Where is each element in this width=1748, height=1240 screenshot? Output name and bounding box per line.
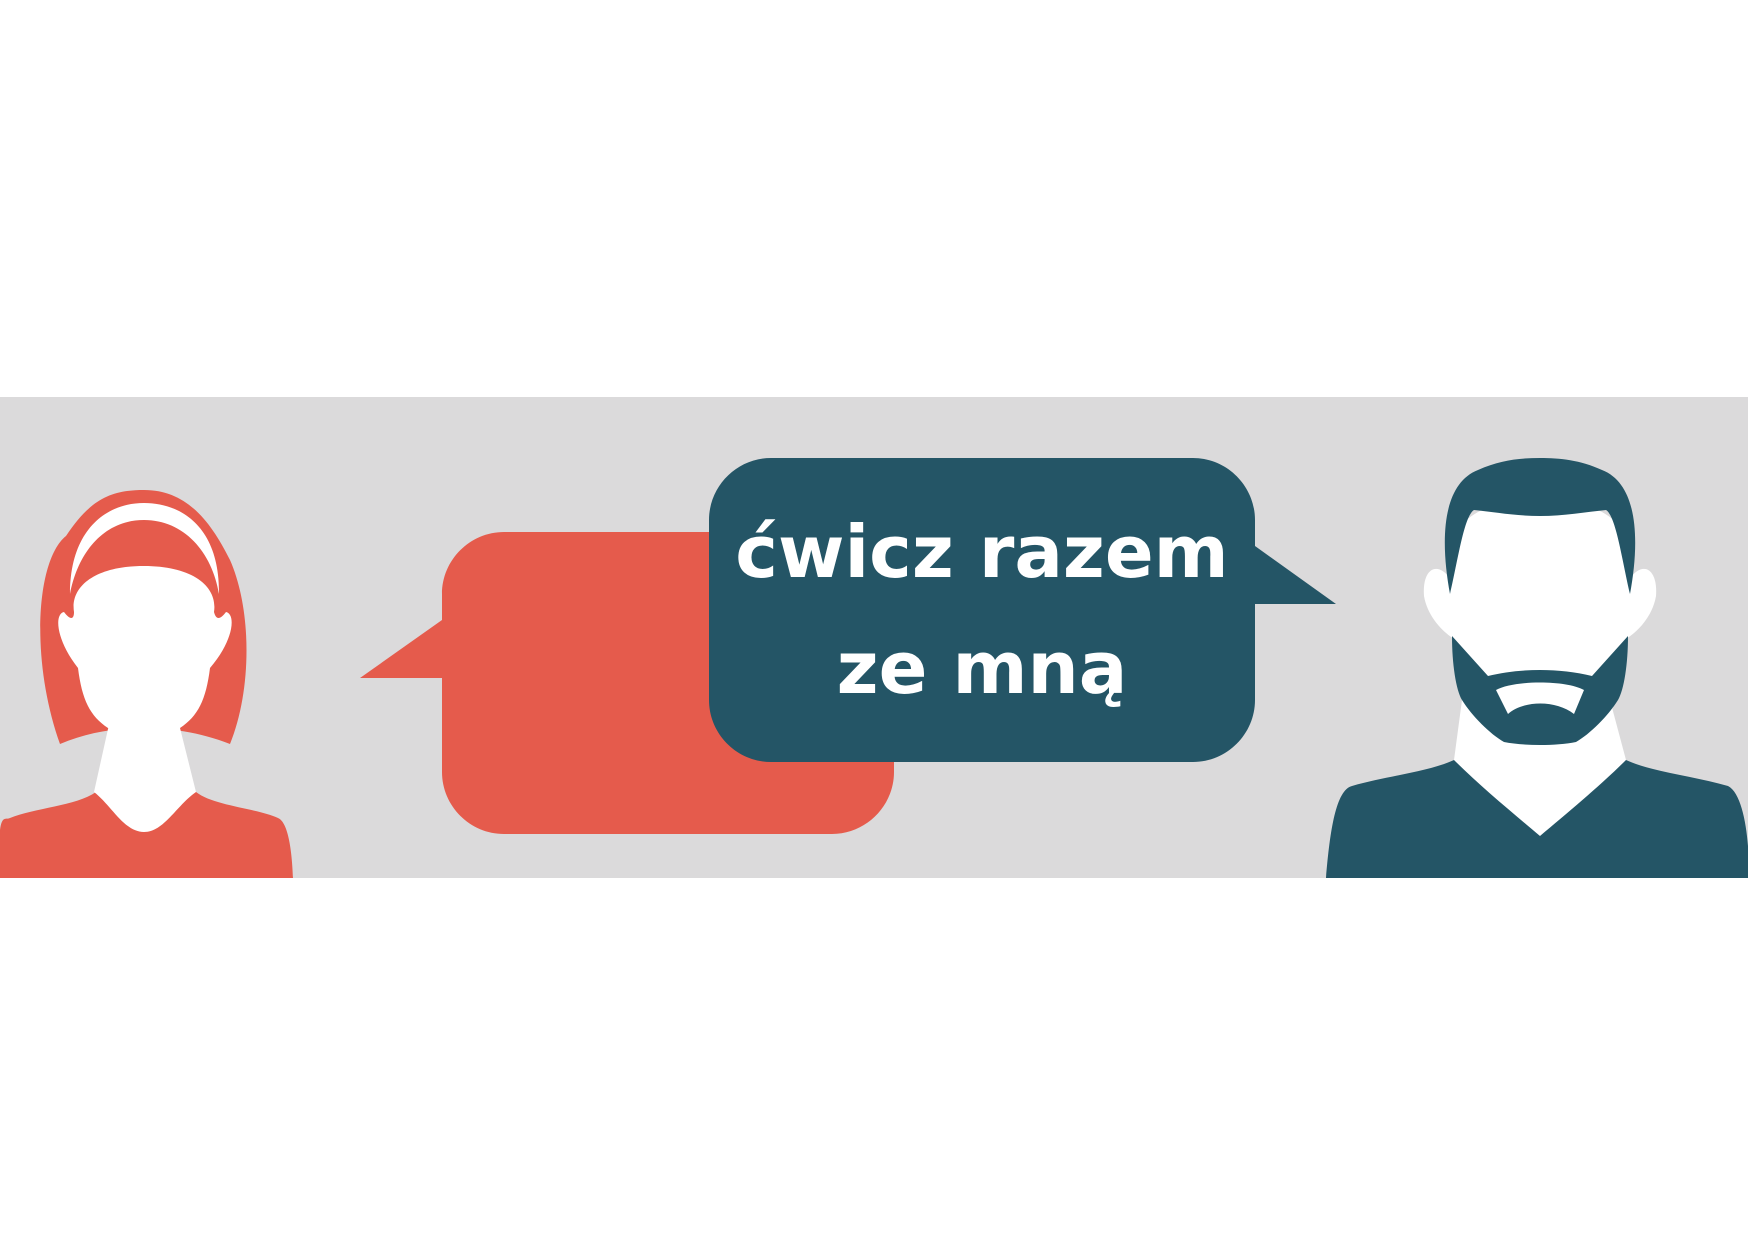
conversation-banner: ćwicz razem ze mną xyxy=(0,0,1748,1240)
message-line-2: ze mną xyxy=(836,626,1128,710)
message-line-1: ćwicz razem xyxy=(735,510,1229,594)
speech-bubble-message: ćwicz razem ze mną xyxy=(708,458,1256,762)
